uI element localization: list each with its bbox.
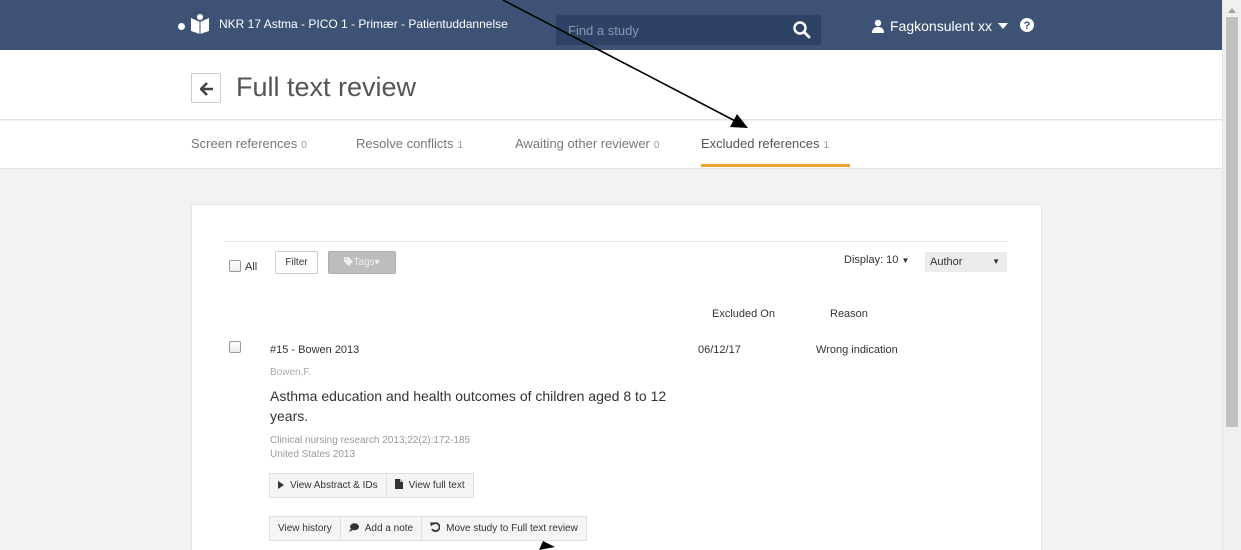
search-input[interactable] (556, 15, 788, 45)
caret-down-icon: ▼ (901, 256, 910, 265)
excluded-on-date: 06/12/17 (698, 344, 741, 356)
tab-screen-references[interactable]: Screen references 0 (191, 136, 307, 151)
display-count-select[interactable]: Display: 10 ▼ (844, 254, 909, 266)
reference-journal: Clinical nursing research 2013;22(2):172… (270, 435, 471, 446)
reference-checkbox[interactable] (229, 341, 241, 353)
vertical-scrollbar[interactable] (1222, 0, 1241, 550)
page-header: Full text review (0, 50, 1222, 120)
add-note-button[interactable]: Add a note (339, 516, 423, 541)
display-label: Display: 10 (844, 254, 899, 266)
user-name: Fagkonsulent xx (890, 18, 992, 34)
tab-count: 0 (653, 140, 660, 151)
arrow-left-icon (200, 82, 213, 96)
tab-label: Excluded references (701, 136, 820, 151)
move-study-button[interactable]: Move study to Full text review (421, 516, 587, 541)
tags-label: Tags (353, 257, 375, 268)
view-actions: View Abstract & IDs View full text (269, 473, 474, 498)
page-title: Full text review (236, 72, 417, 102)
back-button[interactable] (191, 73, 221, 103)
view-full-text-button[interactable]: View full text (385, 473, 474, 498)
sort-select[interactable]: Author ▼ (925, 252, 1007, 272)
help-icon[interactable]: ? (1020, 18, 1034, 32)
tab-awaiting-other-reviewer[interactable]: Awaiting other reviewer 0 (515, 136, 659, 151)
project-name[interactable]: NKR 17 Astma - PICO 1 - Primær - Patient… (219, 17, 508, 31)
tab-label: Awaiting other reviewer (515, 136, 650, 151)
reference-authors: Bowen,F. (270, 367, 312, 378)
scroll-up-arrow-icon[interactable] (1228, 8, 1236, 13)
view-full-text-label: View full text (408, 480, 465, 491)
page: { "topbar": { "project": "NKR 17 Astma -… (0, 0, 1241, 550)
tab-count: 1 (457, 140, 464, 151)
status-dot-icon (178, 23, 185, 30)
scroll-thumb[interactable] (1226, 17, 1238, 427)
exclusion-reason: Wrong indication (816, 344, 898, 356)
move-study-label: Move study to Full text review (446, 523, 578, 534)
undo-icon (430, 522, 441, 532)
divider (225, 241, 1008, 242)
top-navbar: NKR 17 Astma - PICO 1 - Primær - Patient… (0, 0, 1222, 50)
tab-label: Screen references (191, 136, 298, 151)
column-header-reason[interactable]: Reason (830, 308, 868, 320)
file-icon (394, 479, 403, 489)
caret-down-icon: ▼ (992, 257, 1000, 266)
tab-bar: Screen references 0 Resolve conflicts 1 Aw… (0, 121, 1222, 169)
view-abstract-button[interactable]: View Abstract & IDs (269, 473, 387, 498)
tab-count: 0 (301, 140, 307, 151)
tab-resolve-conflicts[interactable]: Resolve conflicts 1 (356, 136, 463, 151)
caret-right-icon (278, 481, 284, 489)
view-abstract-label: View Abstract & IDs (290, 480, 378, 491)
svg-text:?: ? (1024, 20, 1031, 32)
select-all-label: All (245, 261, 258, 273)
comment-icon (348, 523, 359, 532)
view-history-label: View history (278, 523, 332, 534)
add-note-label: Add a note (364, 523, 414, 534)
sort-value: Author (930, 256, 963, 268)
study-actions: View history Add a note Move study to Fu… (269, 516, 587, 541)
active-tab-underline (701, 164, 850, 167)
tab-label: Resolve conflicts (356, 136, 454, 151)
reference-title: Asthma education and health outcomes of … (270, 388, 667, 424)
reference-id: #15 - Bowen 2013 (270, 344, 360, 356)
search-box (556, 15, 821, 45)
search-icon[interactable] (792, 20, 812, 40)
column-header-excluded-on[interactable]: Excluded On (712, 308, 775, 320)
select-all-checkbox[interactable] (229, 260, 241, 272)
caret-down-icon (997, 23, 1008, 29)
tab-count: 1 (823, 140, 830, 151)
tags-dropdown-button[interactable]: Tags▾ (328, 251, 396, 274)
reference-country-year: United States 2013 (270, 449, 356, 460)
tab-excluded-references[interactable]: Excluded references 1 (701, 136, 829, 151)
user-icon (872, 19, 884, 33)
user-menu[interactable]: Fagkonsulent xx (872, 16, 1008, 36)
logo-icon (191, 14, 209, 34)
filter-button[interactable]: Filter (275, 251, 318, 274)
view-history-button[interactable]: View history (269, 516, 341, 541)
references-card: All Filter Tags▾ Display: 10 ▼ Author ▼ … (192, 205, 1041, 550)
reference-source: Clinical nursing research 2013;22(2):172… (270, 434, 470, 462)
